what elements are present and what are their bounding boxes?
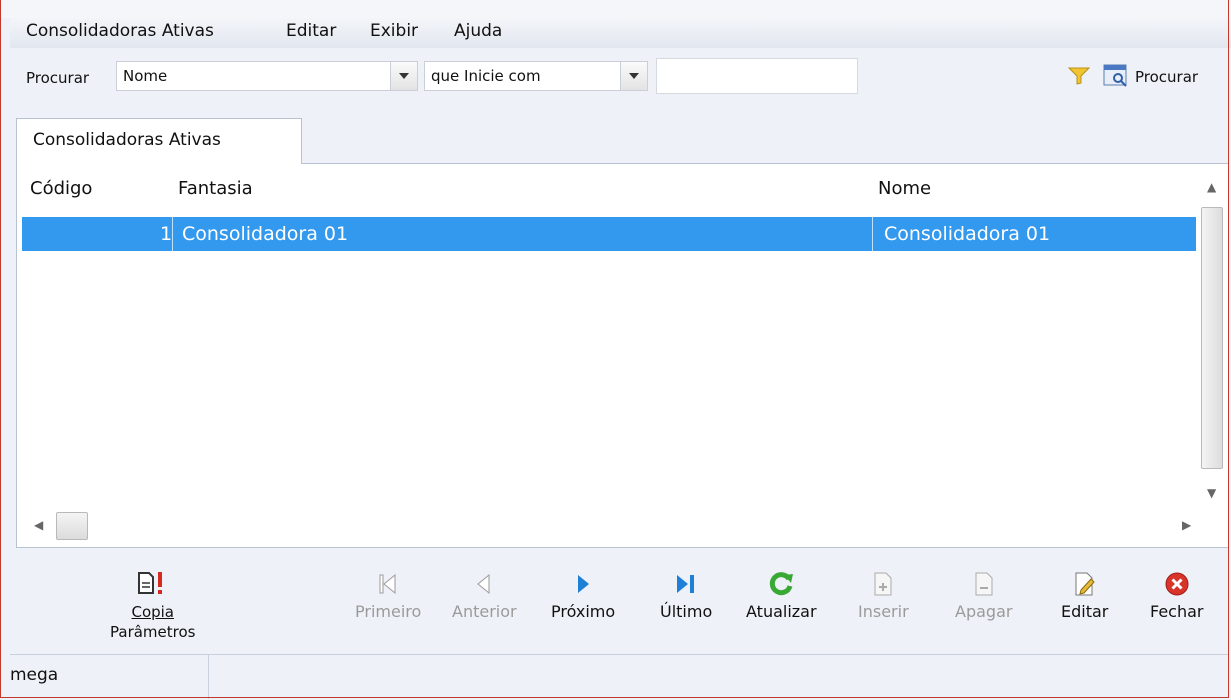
window-frame (0, 0, 1229, 698)
tab-consolidadoras-ativas[interactable]: Consolidadoras Ativas (16, 118, 302, 164)
